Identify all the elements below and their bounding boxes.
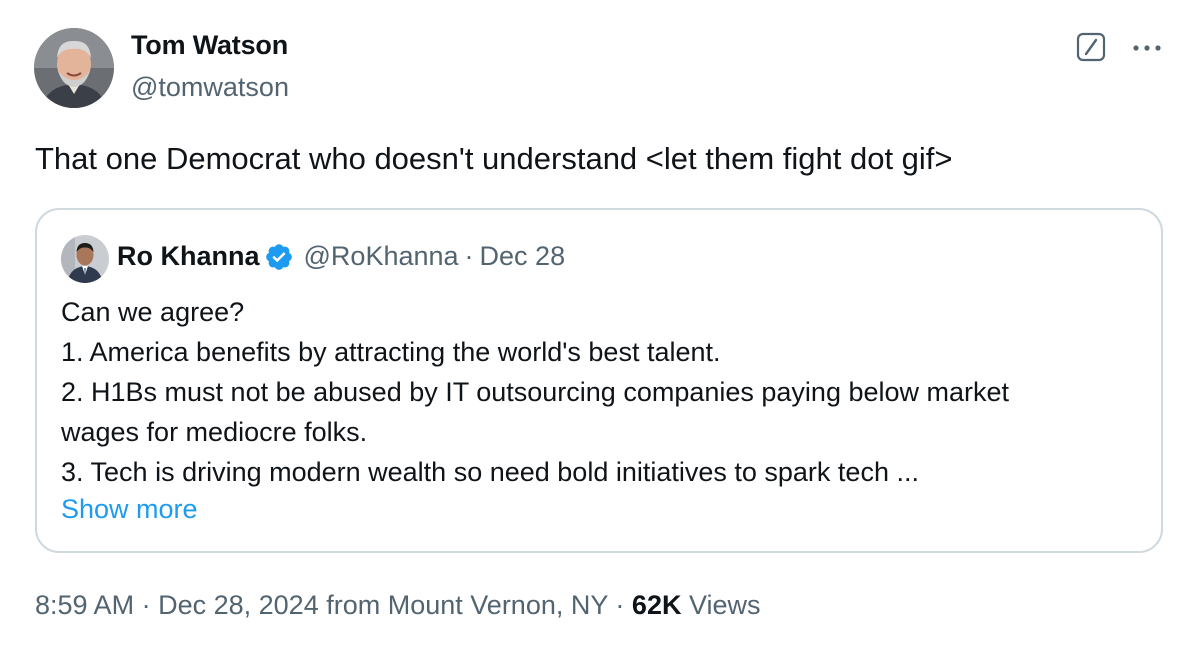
quoted-text-line: Can we agree? xyxy=(61,297,245,327)
verified-badge-icon[interactable] xyxy=(264,242,294,272)
author-avatar[interactable] xyxy=(34,28,114,108)
meta-separator: · xyxy=(615,590,625,620)
quoted-text-line: 3. Tech is driving modern wealth so need… xyxy=(61,457,919,487)
author-handle[interactable]: @tomwatson xyxy=(131,72,289,103)
quoted-text-line: 1. America benefits by attracting the wo… xyxy=(61,337,721,367)
quoted-tweet-header: Ro Khanna @RoKhanna · Dec 28 xyxy=(117,241,565,272)
quoted-author-handle[interactable]: @RoKhanna xyxy=(304,241,459,272)
author-name[interactable]: Tom Watson xyxy=(131,30,288,61)
tweet-location: from Mount Vernon, NY xyxy=(326,590,608,620)
quoted-author-avatar[interactable] xyxy=(61,235,109,283)
quoted-author-name[interactable]: Ro Khanna xyxy=(117,241,260,272)
grok-icon[interactable] xyxy=(1076,32,1106,62)
tweet-metadata: 8:59 AM · Dec 28, 2024 from Mount Vernon… xyxy=(35,590,761,621)
quoted-text-line: wages for mediocre folks. xyxy=(61,417,368,447)
tweet-text: That one Democrat who doesn't understand… xyxy=(35,141,953,176)
more-horizontal-icon[interactable] xyxy=(1130,38,1164,58)
quoted-tweet-text: Can we agree? 1. America benefits by att… xyxy=(61,292,1151,492)
quoted-separator: · xyxy=(464,241,474,271)
views-count: 62K xyxy=(631,590,682,620)
quoted-date[interactable]: Dec 28 xyxy=(480,241,566,272)
views-label: Views xyxy=(688,590,761,620)
tweet-time[interactable]: 8:59 AM xyxy=(35,590,134,620)
quoted-tweet[interactable]: Ro Khanna @RoKhanna · Dec 28 Can we agre… xyxy=(35,208,1163,553)
show-more-link[interactable]: Show more xyxy=(61,494,198,525)
meta-separator: · xyxy=(141,590,151,620)
tweet-date[interactable]: Dec 28, 2024 xyxy=(158,590,319,620)
quoted-text-line: 2. H1Bs must not be abused by IT outsour… xyxy=(61,377,1010,407)
